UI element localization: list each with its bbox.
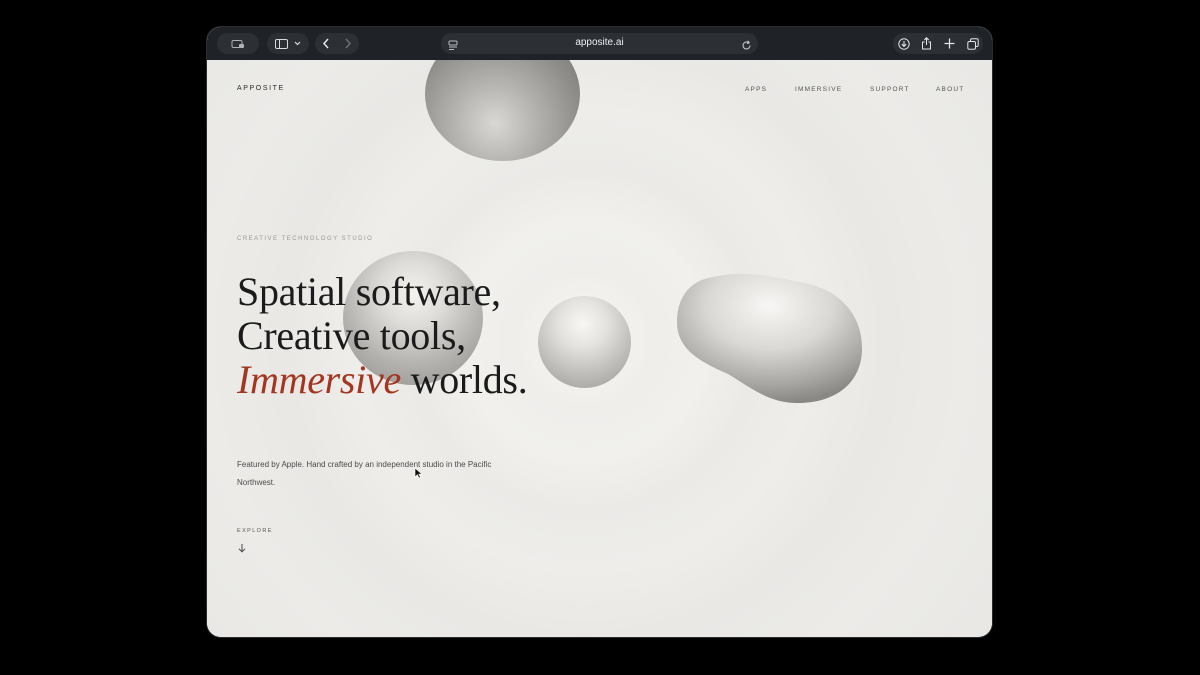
mouse-cursor-icon bbox=[414, 466, 423, 484]
blob-right bbox=[677, 273, 863, 404]
explore-link[interactable]: EXPLORE bbox=[237, 528, 273, 534]
headline-line-3-rest: worlds. bbox=[400, 357, 528, 402]
nav-link-immersive[interactable]: IMMERSIVE bbox=[795, 86, 842, 93]
nav-link-about[interactable]: ABOUT bbox=[936, 86, 964, 93]
toolbar-actions bbox=[893, 33, 983, 54]
hero-eyebrow: CREATIVE TECHNOLOGY STUDIO bbox=[237, 236, 374, 242]
share-icon[interactable] bbox=[921, 37, 932, 50]
page-settings-icon bbox=[231, 39, 245, 49]
nav-link-apps[interactable]: APPS bbox=[745, 86, 767, 93]
chevron-down-icon bbox=[294, 41, 301, 46]
navigation-buttons bbox=[315, 33, 359, 54]
sphere-center bbox=[538, 296, 631, 388]
browser-window: apposite.ai APPOSITE APPS IMMERSIVE SUPP… bbox=[207, 27, 992, 637]
reload-icon[interactable] bbox=[741, 38, 752, 56]
url-text: apposite.ai bbox=[575, 37, 624, 48]
sphere-top bbox=[425, 60, 580, 161]
sidebar-button[interactable] bbox=[267, 33, 309, 54]
nav-link-support[interactable]: SUPPORT bbox=[870, 86, 910, 93]
address-bar[interactable]: apposite.ai bbox=[441, 33, 758, 54]
headline-line-3: Immersive worlds. bbox=[237, 357, 528, 402]
new-tab-icon[interactable] bbox=[944, 38, 955, 49]
browser-toolbar: apposite.ai bbox=[207, 27, 992, 61]
hero-description: Featured by Apple. Hand crafted by an in… bbox=[237, 460, 492, 487]
download-icon[interactable] bbox=[897, 37, 910, 50]
arrow-down-icon[interactable] bbox=[237, 540, 247, 558]
headline-accent: Immersive bbox=[237, 357, 401, 402]
headline-line-2: Creative tools, bbox=[237, 313, 466, 358]
site-logo[interactable]: APPOSITE bbox=[237, 85, 285, 92]
tab-overview-icon[interactable] bbox=[966, 37, 979, 50]
hero-headline: Spatial software, Creative tools, Immers… bbox=[237, 269, 528, 402]
page-settings-button[interactable] bbox=[217, 33, 259, 54]
back-icon[interactable] bbox=[322, 38, 330, 49]
forward-icon[interactable] bbox=[344, 38, 352, 49]
sidebar-icon bbox=[275, 38, 288, 49]
web-page: APPOSITE APPS IMMERSIVE SUPPORT ABOUT CR… bbox=[207, 60, 992, 637]
headline-line-1: Spatial software, bbox=[237, 269, 501, 314]
